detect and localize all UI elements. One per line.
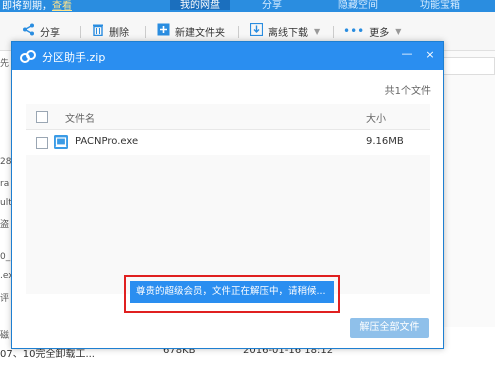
tab-hidden-space[interactable]: 隐藏空间 (338, 0, 378, 11)
bg-fragment: 评 (0, 294, 10, 304)
bg-fragment: .ex (0, 271, 11, 281)
extract-all-button[interactable]: 解压全部文件 (350, 318, 429, 338)
file-name: PACNPro.exe (75, 136, 139, 147)
download-icon (249, 22, 264, 39)
more-button[interactable]: ••• 更多 ▼ (343, 22, 401, 40)
toolbar-divider (238, 26, 239, 38)
bg-fragment: ulti (0, 198, 11, 208)
share-label: 分享 (40, 27, 60, 39)
share-icon (22, 23, 35, 39)
offline-download-button[interactable]: 离线下载 ▼ (249, 22, 321, 40)
bg-fragment: 盗 (0, 220, 10, 230)
chevron-down-icon: ▼ (395, 26, 402, 36)
trash-icon (92, 23, 104, 39)
delete-label: 删除 (109, 27, 129, 39)
background-right-panel (443, 51, 495, 351)
search-input[interactable] (443, 57, 495, 75)
dialog-title-bar[interactable]: 分区助手.zip — × (12, 42, 443, 70)
chevron-down-icon: ▼ (314, 26, 321, 36)
extracting-toast: 尊贵的超级会员，文件正在解压中，请稍候... (130, 281, 334, 303)
expiry-check-link[interactable]: 查看 (52, 1, 72, 12)
toolbar-divider (333, 26, 334, 38)
minimize-button[interactable]: — (398, 46, 416, 64)
toolbar-divider (80, 26, 81, 38)
tab-share[interactable]: 分享 (262, 0, 282, 11)
more-dots-icon: ••• (343, 24, 365, 38)
column-header-name[interactable]: 文件名 (65, 110, 95, 125)
new-folder-icon (157, 23, 170, 39)
bg-fragment: ra (0, 179, 10, 189)
select-all-checkbox[interactable] (36, 111, 48, 123)
tab-my-netdisk[interactable]: 我的网盘 (170, 0, 230, 11)
file-checkbox[interactable] (36, 137, 48, 149)
list-header: 文件名 大小 (26, 104, 430, 130)
archive-file-list: 文件名 大小 PACNPro.exe 9.16MB (26, 104, 430, 294)
file-size: 9.16MB (366, 136, 404, 147)
top-nav: 即将到期，查看 我的网盘 分享 隐藏空间 功能宝箱 (0, 0, 495, 12)
expiry-warning: 即将到期，查看 (2, 0, 72, 12)
background-file-list: 先 284 ra ulti 盗 0_1 .ex 评 (0, 51, 11, 369)
baidu-cloud-logo-icon (20, 48, 36, 64)
exe-file-icon (54, 135, 68, 149)
toolbar-divider (145, 26, 146, 38)
delete-button[interactable]: 删除 (92, 22, 129, 40)
toast-highlight: 尊贵的超级会员，文件正在解压中，请稍候... (124, 275, 340, 313)
bg-fragment: 0_1 (0, 252, 11, 262)
new-folder-button[interactable]: 新建文件夹 (157, 22, 225, 40)
bg-fragment: 磁 (0, 331, 10, 341)
bg-fragment: 先 (0, 59, 10, 69)
more-label: 更多 (369, 27, 390, 39)
column-header-size[interactable]: 大小 (366, 110, 386, 125)
bg-fragment: 284 (0, 157, 11, 167)
offline-download-label: 离线下载 (268, 27, 308, 39)
zip-preview-dialog: 分区助手.zip — × 共1个文件 文件名 大小 PACNPro.exe 9.… (11, 41, 444, 349)
tab-toolbox[interactable]: 功能宝箱 (420, 0, 460, 11)
share-button[interactable]: 分享 (22, 22, 60, 40)
list-item[interactable]: PACNPro.exe 9.16MB (26, 130, 430, 155)
expiry-warning-text: 即将到期， (2, 1, 52, 12)
new-folder-label: 新建文件夹 (175, 27, 225, 39)
dialog-title: 分区助手.zip (42, 51, 106, 64)
file-count: 共1个文件 (384, 86, 431, 97)
close-button[interactable]: × (421, 46, 439, 64)
